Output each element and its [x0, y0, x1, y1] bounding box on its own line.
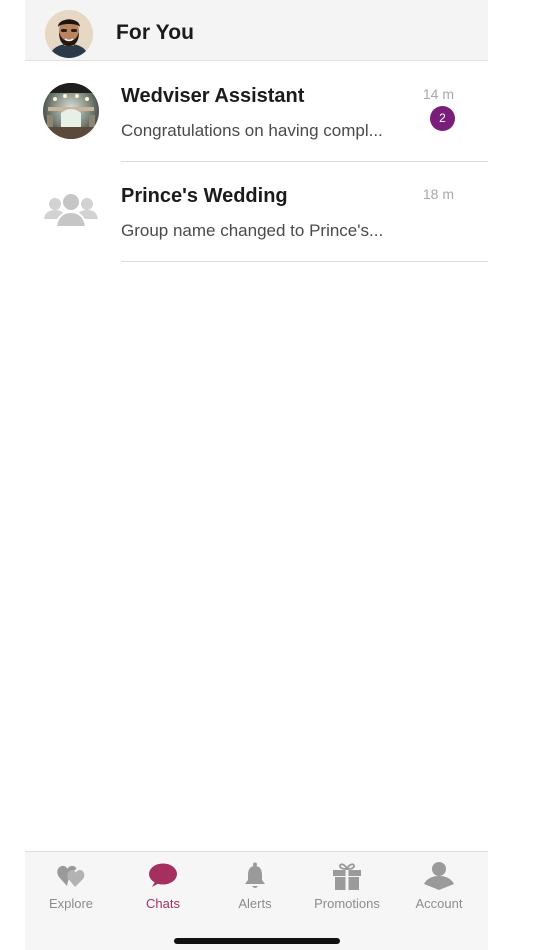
user-icon [424, 861, 454, 891]
tab-chats[interactable]: Chats [117, 852, 209, 924]
bell-icon [240, 861, 270, 891]
chat-name: Wedviser Assistant [121, 85, 305, 107]
chat-item-wedviser-assistant[interactable]: Wedviser Assistant Congratulations on ha… [25, 62, 488, 162]
chat-timestamp: 18 m [422, 186, 454, 202]
chat-name: Prince's Wedding [121, 185, 288, 207]
chat-timestamp: 14 m [422, 86, 454, 102]
tab-label: Promotions [314, 896, 380, 911]
unread-count-badge: 2 [430, 106, 455, 131]
tab-label: Explore [48, 896, 94, 911]
chat-preview: Group name changed to Prince's... [121, 221, 384, 240]
tab-label: Account [415, 896, 463, 911]
tab-account[interactable]: Account [393, 852, 485, 924]
venue-photo-icon [43, 83, 99, 139]
row-divider [121, 261, 488, 262]
tab-alerts[interactable]: Alerts [209, 852, 301, 924]
main-content: For You Wedviser Assistant Congratulatio… [25, 0, 488, 950]
user-avatar[interactable] [45, 10, 93, 58]
bottom-tab-bar: Explore Chats Alerts Promotions Account [25, 851, 488, 950]
home-indicator[interactable] [174, 938, 340, 944]
tab-label: Chats [146, 896, 180, 911]
tab-promotions[interactable]: Promotions [301, 852, 393, 924]
screen: For You Wedviser Assistant Congratulatio… [0, 0, 534, 950]
header-bar: For You [25, 0, 488, 61]
page-title: For You [116, 21, 195, 44]
chat-bubble-icon [148, 861, 178, 891]
gift-icon [332, 861, 362, 891]
tab-label: Alerts [238, 896, 272, 911]
chat-preview: Congratulations on having compl... [121, 121, 383, 140]
group-icon [43, 183, 99, 239]
hearts-icon [56, 861, 86, 891]
chat-item-princes-wedding[interactable]: Prince's Wedding Group name changed to P… [25, 162, 488, 262]
tab-explore[interactable]: Explore [25, 852, 117, 924]
